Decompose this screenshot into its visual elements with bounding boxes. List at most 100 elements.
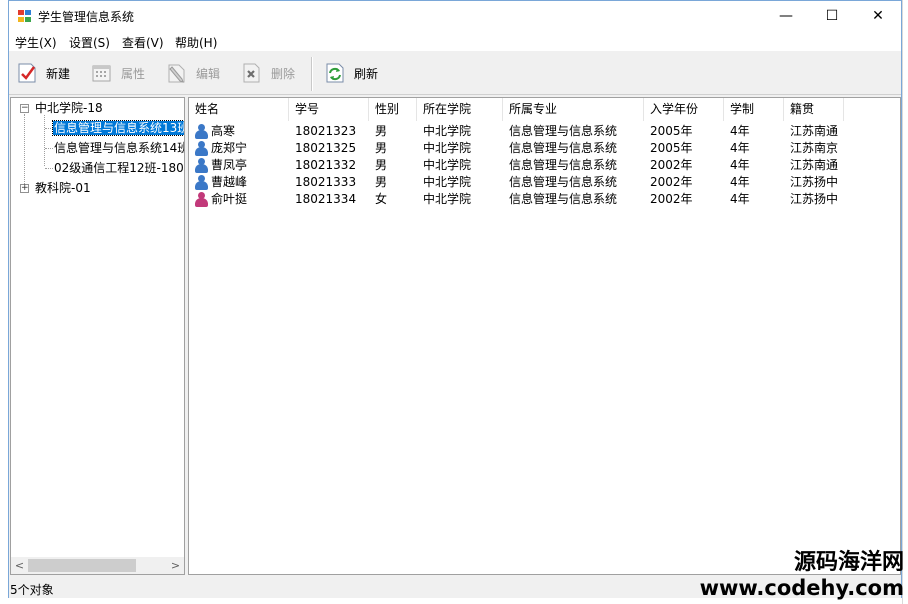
male-user-icon	[195, 175, 208, 190]
cell-major: 信息管理与信息系统	[509, 124, 618, 138]
scroll-right-arrow[interactable]: >	[167, 557, 184, 574]
tree-line	[45, 168, 53, 169]
menu-student[interactable]: 学生(X)	[15, 34, 57, 51]
cell-length: 4年	[730, 124, 750, 138]
scroll-left-arrow[interactable]: <	[11, 557, 28, 574]
properties-button[interactable]: 属性	[91, 60, 145, 86]
cell-name: 俞叶挺	[189, 191, 289, 208]
cell-id: 18021333	[295, 175, 357, 189]
college-tree[interactable]: − 中北学院-18 信息管理与信息系统13班 信息管理与信息系统14班 02级通…	[10, 97, 185, 575]
cell-origin: 江苏南京	[790, 141, 839, 155]
edit-button-label: 编辑	[196, 66, 221, 81]
female-user-icon	[195, 192, 208, 207]
cell-college: 中北学院	[423, 175, 472, 189]
student-list[interactable]: 姓名 学号 性别 所在学院 所属专业 入学年份 学制 籍贯 高寒 18021323…	[188, 97, 901, 575]
delete-button[interactable]: 删除	[241, 60, 295, 86]
column-header-length[interactable]: 学制	[724, 98, 784, 121]
cell-college: 中北学院	[423, 124, 472, 138]
cell-name: 高寒	[189, 123, 289, 140]
cell-origin: 江苏南通	[790, 158, 839, 172]
cell-name: 曹越峰	[189, 174, 289, 191]
edit-button[interactable]: 编辑	[166, 60, 220, 86]
cell-gender: 男	[375, 124, 388, 138]
cell-major: 信息管理与信息系统	[509, 175, 618, 189]
male-user-icon	[195, 141, 208, 156]
menu-bar: 学生(X) 设置(S) 查看(V) 帮助(H)	[9, 31, 901, 51]
tree-node-label: 02级通信工程12班-18021	[54, 161, 185, 175]
column-header-name[interactable]: 姓名	[189, 98, 289, 121]
properties-icon	[91, 62, 113, 84]
cell-gender: 男	[375, 175, 388, 189]
tree-expand-toggle[interactable]: +	[20, 184, 29, 193]
table-row[interactable]: 高寒 18021323 男 中北学院 信息管理与信息系统 2005年 4年 江苏南通	[189, 123, 900, 140]
toolbar: 新建 属性 编辑 删除 刷新	[9, 52, 901, 95]
close-button[interactable]: ✕	[855, 1, 901, 31]
column-header-gender[interactable]: 性别	[369, 98, 417, 121]
cell-id: 18021325	[295, 141, 357, 155]
watermark-url: www.codehy.com	[699, 576, 904, 600]
new-document-icon	[16, 62, 38, 84]
tree-line	[24, 114, 25, 188]
background-window-right	[902, 0, 908, 604]
column-header-college[interactable]: 所在学院	[417, 98, 503, 121]
cell-major: 信息管理与信息系统	[509, 158, 618, 172]
title-bar[interactable]: 学生管理信息系统 — ☐ ✕	[9, 1, 901, 31]
tree-line	[45, 128, 53, 129]
window-title: 学生管理信息系统	[38, 10, 135, 24]
refresh-button[interactable]: 刷新	[324, 60, 378, 86]
cell-origin: 江苏南通	[790, 124, 839, 138]
student-name: 曹越峰	[211, 175, 248, 189]
menu-settings[interactable]: 设置(S)	[69, 34, 110, 51]
column-header-year[interactable]: 入学年份	[644, 98, 724, 121]
menu-help[interactable]: 帮助(H)	[175, 34, 217, 51]
cell-id: 18021332	[295, 158, 357, 172]
cell-gender: 男	[375, 158, 388, 172]
column-header-id[interactable]: 学号	[289, 98, 369, 121]
table-row[interactable]: 俞叶挺 18021334 女 中北学院 信息管理与信息系统 2002年 4年 江苏扬中	[189, 191, 900, 208]
cell-origin: 江苏扬中	[790, 192, 839, 206]
tree-node-label: 信息管理与信息系统14班	[54, 141, 185, 155]
tree-node-jiaokeyuan[interactable]: 教科院-01	[35, 180, 91, 197]
cell-gender: 女	[375, 192, 388, 206]
toolbar-separator	[311, 57, 312, 91]
cell-name: 曹凤亭	[189, 157, 289, 174]
cell-origin: 江苏扬中	[790, 175, 839, 189]
cell-length: 4年	[730, 141, 750, 155]
table-row[interactable]: 曹凤亭 18021332 男 中北学院 信息管理与信息系统 2002年 4年 江苏南通	[189, 157, 900, 174]
tree-horizontal-scrollbar[interactable]: < >	[11, 557, 184, 574]
new-button[interactable]: 新建	[16, 60, 70, 86]
student-name: 俞叶挺	[211, 192, 248, 206]
menu-view[interactable]: 查看(V)	[122, 34, 164, 51]
table-row[interactable]: 曹越峰 18021333 男 中北学院 信息管理与信息系统 2002年 4年 江苏扬中	[189, 174, 900, 191]
tree-node-class-13[interactable]: 信息管理与信息系统13班	[51, 120, 184, 137]
male-user-icon	[195, 158, 208, 173]
tree-node-label: 中北学院-18	[35, 101, 103, 115]
cell-id: 18021334	[295, 192, 357, 206]
tree-node-class-telecom[interactable]: 02级通信工程12班-18021	[54, 160, 185, 177]
cell-length: 4年	[730, 175, 750, 189]
table-row[interactable]: 庞郑宁 18021325 男 中北学院 信息管理与信息系统 2005年 4年 江苏南京	[189, 140, 900, 157]
tree-collapse-toggle[interactable]: −	[20, 104, 29, 113]
tree-line	[45, 148, 53, 149]
minimize-button[interactable]: —	[763, 1, 809, 31]
watermark-title: 源码海洋网	[793, 549, 904, 575]
tree-node-zhongbei[interactable]: 中北学院-18	[35, 100, 103, 117]
cell-year: 2002年	[650, 158, 693, 172]
properties-button-label: 属性	[121, 66, 146, 81]
cell-id: 18021323	[295, 124, 357, 138]
column-header-origin[interactable]: 籍贯	[784, 98, 844, 121]
app-icon	[18, 10, 32, 23]
scroll-thumb[interactable]	[28, 559, 136, 572]
student-name: 庞郑宁	[211, 141, 248, 155]
column-header-major[interactable]: 所属专业	[503, 98, 644, 121]
refresh-button-label: 刷新	[354, 66, 379, 81]
tree-node-class-14[interactable]: 信息管理与信息系统14班	[54, 140, 185, 157]
watermark: 源码海洋网 www.codehy.com	[700, 548, 904, 600]
maximize-button[interactable]: ☐	[809, 1, 855, 31]
tree-node-label: 信息管理与信息系统13班	[51, 120, 184, 136]
cell-year: 2005年	[650, 141, 693, 155]
tree-line	[44, 115, 45, 166]
cell-year: 2005年	[650, 124, 693, 138]
cell-year: 2002年	[650, 175, 693, 189]
cell-year: 2002年	[650, 192, 693, 206]
